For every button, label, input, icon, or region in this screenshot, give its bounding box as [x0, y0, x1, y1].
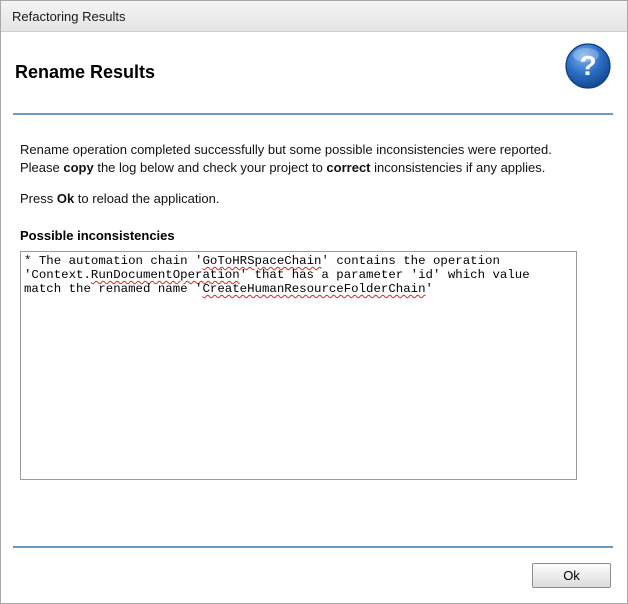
log-text: * The automation chain ': [24, 254, 203, 268]
instruction-copy-emphasis: copy: [63, 160, 94, 175]
log-text: ' contains the operation: [321, 254, 500, 268]
inconsistencies-log-textarea[interactable]: * The automation chain 'GoToHRSpaceChain…: [20, 251, 577, 480]
log-text: ': [425, 282, 433, 296]
log-line: * The automation chain 'GoToHRSpaceChain…: [24, 254, 573, 268]
header-divider: [13, 113, 613, 115]
log-line: match the renamed name 'CreateHumanResou…: [24, 282, 573, 296]
instruction-correct-emphasis: correct: [326, 160, 371, 175]
help-glyph: ?: [579, 50, 596, 81]
instruction-text: Please: [20, 160, 64, 175]
window-title: Refactoring Results: [12, 9, 126, 24]
page-title: Rename Results: [15, 62, 156, 82]
reload-text: to reload the application.: [74, 191, 220, 206]
log-text: ' that has a parameter 'id' which value: [239, 268, 530, 282]
log-text: 'Context.: [24, 268, 91, 282]
inconsistencies-label: Possible inconsistencies: [20, 228, 175, 243]
instruction-message: Please copy the log below and check your…: [20, 159, 545, 177]
log-operation-name: RunDocumentOperation: [90, 268, 240, 282]
footer-divider: [13, 546, 613, 548]
log-line: 'Context.RunDocumentOperation' that has …: [24, 268, 573, 282]
instruction-text: inconsistencies if any applies.: [370, 160, 546, 175]
reload-ok-emphasis: Ok: [56, 191, 75, 206]
ok-button[interactable]: Ok: [532, 563, 611, 588]
dialog-header: Rename Results ?: [1, 32, 627, 114]
instruction-text: the log below and check your project to: [93, 160, 327, 175]
status-message: Rename operation completed successfully …: [20, 142, 552, 157]
title-bar[interactable]: Refactoring Results: [1, 1, 627, 32]
reload-message: Press Ok to reload the application.: [20, 190, 219, 208]
log-chain-name: GoToHRSpaceChain: [202, 254, 322, 268]
help-question-icon[interactable]: ?: [564, 42, 612, 90]
refactoring-results-dialog: Refactoring Results Rename Results ? Ren…: [0, 0, 628, 604]
reload-text: Press: [20, 191, 57, 206]
log-text: match the renamed name ': [24, 282, 203, 296]
log-renamed-name: CreateHumanResourceFolderChain: [202, 282, 426, 296]
